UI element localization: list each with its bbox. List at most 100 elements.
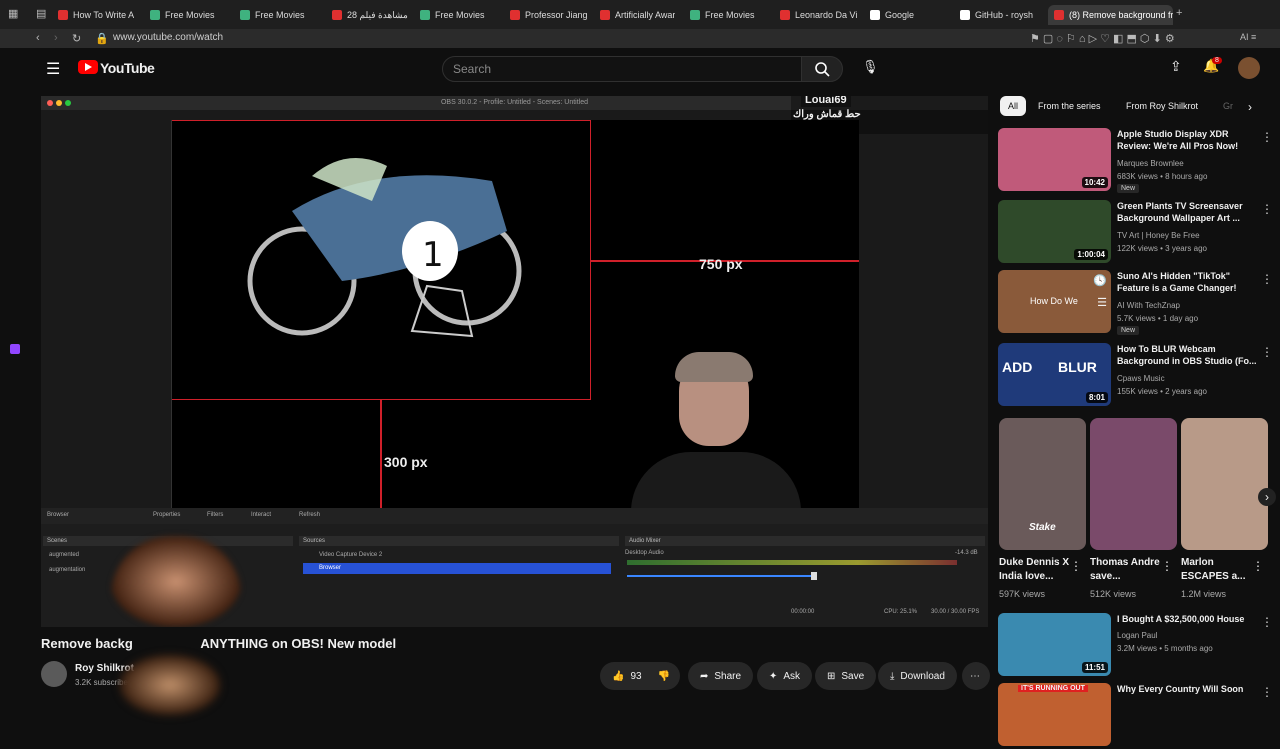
search-input[interactable]: Search — [442, 56, 802, 82]
video-player[interactable]: OBS 30.0.2 - Profile: Untitled - Scenes:… — [41, 96, 988, 627]
forward-icon[interactable]: › — [54, 32, 58, 44]
ask-button[interactable]: ✦ Ask — [757, 662, 813, 690]
thumbs-down-icon[interactable]: 👎 — [658, 671, 670, 682]
recommendation-channel[interactable]: TV Art | Honey Be Free — [1117, 231, 1200, 240]
chip-series[interactable]: From the series — [1030, 96, 1109, 116]
short-title[interactable]: Marlon ESCAPES a... — [1181, 556, 1261, 584]
channel-avatar[interactable] — [41, 661, 67, 687]
toolbar-refresh[interactable]: Refresh — [299, 512, 320, 518]
audio-meter — [627, 560, 957, 565]
volume-slider[interactable] — [627, 575, 813, 577]
more-vertical-icon[interactable]: ⋮ — [1261, 130, 1273, 144]
recommendation-channel[interactable]: Logan Paul — [1117, 631, 1157, 640]
scene-item[interactable]: augmented — [49, 552, 79, 558]
source-bounding-box[interactable]: 1 — [171, 120, 591, 400]
recommendation-title[interactable]: Why Every Country Will Soon — [1117, 683, 1257, 695]
avatar[interactable] — [1238, 57, 1260, 79]
more-vertical-icon[interactable]: ⋮ — [1261, 202, 1273, 216]
more-vertical-icon[interactable]: ⋮ — [1070, 559, 1082, 573]
recommendation-title[interactable]: Apple Studio Display XDR Review: We're A… — [1117, 128, 1257, 152]
new-tab-icon[interactable]: + — [1176, 7, 1182, 19]
recommendation-thumbnail[interactable]: How Do We 🕓 ☰ — [998, 270, 1111, 333]
more-vertical-icon[interactable]: ⋮ — [1261, 345, 1273, 359]
browser-tab[interactable]: 28 مشاهدة فيلم — [332, 5, 408, 25]
browser-tab[interactable]: Professor Jiang — [510, 5, 588, 25]
browser-tab[interactable]: Free Movies — [420, 5, 485, 25]
share-button[interactable]: ➦ Share — [688, 662, 754, 690]
recommendation-thumbnail[interactable]: ADD BLUR 8:01 — [998, 343, 1111, 406]
recommendation-item[interactable]: 1:00:04 Green Plants TV Screensaver Backg… — [998, 200, 1273, 266]
recommendation-title[interactable]: I Bought A $32,500,000 House — [1117, 613, 1257, 625]
like-button[interactable]: 👍 93 👎 — [600, 662, 680, 690]
recommendation-title[interactable]: How To BLUR Webcam Background in OBS Stu… — [1117, 343, 1257, 367]
more-vertical-icon[interactable]: ⋮ — [1261, 685, 1273, 699]
source-item[interactable]: Video Capture Device 2 — [319, 552, 382, 558]
browser-tab[interactable]: Leonardo Da Vi — [780, 5, 857, 25]
recommendation-channel[interactable]: Cpaws Music — [1117, 374, 1165, 383]
more-horizontal-icon: ⋯ — [970, 670, 980, 682]
recommendation-thumbnail[interactable]: 10:42 — [998, 128, 1111, 191]
short-title[interactable]: Duke Dennis X India love... — [999, 556, 1079, 584]
toolbar-filters[interactable]: Filters — [207, 512, 223, 518]
extension-icons[interactable]: ⚑ ▢ ◌ ⚐ ⌂ ▷ ♡ ◧ ⬒ ⬡ ⬇ ⚙ — [1030, 32, 1175, 45]
recommendation-item[interactable]: ADD BLUR 8:01 How To BLUR Webcam Background… — [998, 343, 1273, 409]
recommendation-item[interactable]: How Do We 🕓 ☰ Suno AI's Hidden "TikTok" Fea… — [998, 270, 1273, 336]
short-thumbnail[interactable] — [1181, 418, 1268, 550]
ai-button[interactable]: AI ≡ — [1240, 32, 1256, 42]
duration-badge: 11:51 — [1081, 662, 1108, 673]
browser-tab[interactable]: Artificially Awar — [600, 5, 675, 25]
more-vertical-icon[interactable]: ⋮ — [1261, 615, 1273, 629]
toolbar-browser[interactable]: Browser — [47, 512, 69, 518]
more-vertical-icon[interactable]: ⋮ — [1252, 559, 1264, 573]
recommendation-channel[interactable]: AI With TechZnap — [1117, 301, 1180, 310]
browser-tab[interactable]: Free Movies — [690, 5, 755, 25]
recommendation-title[interactable]: Green Plants TV Screensaver Background W… — [1117, 200, 1257, 224]
twitch-icon[interactable] — [10, 344, 20, 354]
youtube-logo-icon[interactable] — [78, 60, 98, 74]
browser-tab[interactable]: How To Write A — [58, 5, 134, 25]
lock-icon: 🔒 — [95, 33, 109, 45]
recommendation-thumbnail[interactable]: 1:00:04 — [998, 200, 1111, 263]
window-controls-icon[interactable]: ▦ — [8, 7, 18, 20]
chevron-right-icon[interactable]: › — [1248, 100, 1252, 114]
source-item-selected[interactable]: Browser — [303, 563, 611, 574]
short-thumbnail[interactable] — [1090, 418, 1177, 550]
browser-tab[interactable]: GitHub - roysh — [960, 5, 1033, 25]
recommendation-item[interactable]: 10:42 Apple Studio Display XDR Review: We… — [998, 128, 1273, 194]
more-actions-button[interactable]: ⋯ — [962, 662, 990, 690]
upload-icon[interactable]: ⇪ — [1170, 58, 1182, 75]
browser-tab[interactable]: Free Movies — [150, 5, 215, 25]
recommendation-thumbnail[interactable]: 11:51 — [998, 613, 1111, 676]
toolbar-interact[interactable]: Interact — [251, 512, 271, 518]
tab-grid-icon[interactable]: ▤ — [36, 7, 46, 20]
mic-icon[interactable]: 🎙 — [862, 59, 879, 75]
back-icon[interactable]: ‹ — [36, 32, 40, 44]
browser-tab[interactable]: Google — [870, 5, 914, 25]
chip-more[interactable]: Gr — [1215, 96, 1241, 116]
scene-item[interactable]: augmentation — [49, 567, 85, 573]
obs-source-toolbar: Browser Properties Filters Interact Refr… — [41, 508, 988, 524]
browser-tab[interactable]: (8) Remove background fr — [1048, 5, 1173, 25]
recommendation-thumbnail[interactable]: IT'S RUNNING OUT — [998, 683, 1111, 746]
toolbar-properties[interactable]: Properties — [153, 512, 180, 518]
volume-slider-handle[interactable] — [811, 572, 817, 580]
more-vertical-icon[interactable]: ⋮ — [1161, 559, 1173, 573]
short-title[interactable]: Thomas Andre save... — [1090, 556, 1170, 584]
url-field[interactable]: www.youtube.com/watch — [113, 32, 223, 43]
shorts-next-icon[interactable]: › — [1258, 488, 1276, 506]
recommendation-title[interactable]: Suno AI's Hidden "TikTok" Feature is a G… — [1117, 270, 1257, 294]
search-button[interactable] — [801, 56, 843, 82]
save-button[interactable]: ⊞ Save — [815, 662, 877, 690]
browser-tab[interactable]: Free Movies — [240, 5, 305, 25]
reload-icon[interactable]: ↻ — [72, 32, 81, 45]
chip-from-channel[interactable]: From Roy Shilkrot — [1118, 96, 1206, 116]
chip-all[interactable]: All — [1000, 96, 1027, 116]
recommendation-item[interactable]: 11:51 I Bought A $32,500,000 House Logan P… — [998, 613, 1273, 679]
short-thumbnail[interactable]: Stake — [999, 418, 1086, 550]
download-button[interactable]: ⤓ Download — [878, 662, 957, 690]
more-vertical-icon[interactable]: ⋮ — [1261, 272, 1273, 286]
youtube-logo-text[interactable]: YouTube — [100, 60, 155, 76]
menu-icon[interactable]: ☰ — [46, 59, 60, 79]
recommendation-item[interactable]: IT'S RUNNING OUT Why Every Country Will S… — [998, 683, 1273, 749]
recommendation-channel[interactable]: Marques Brownlee — [1117, 159, 1184, 168]
